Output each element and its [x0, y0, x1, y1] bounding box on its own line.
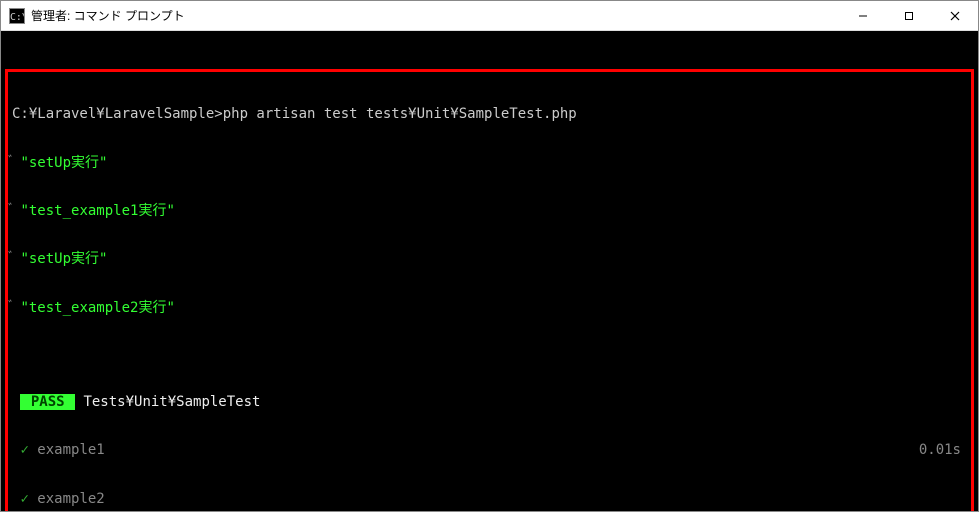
echo-line: ゙ "setUp実行" [12, 251, 967, 267]
close-icon [950, 11, 960, 21]
window-frame: C:\ 管理者: コマンド プロンプト C:¥Laravel¥LaravelSa… [0, 0, 979, 512]
test-time: 0.01s [919, 442, 961, 458]
echo-text: "test_example2実行" [20, 300, 174, 316]
pass-header: PASS Tests¥Unit¥SampleTest [12, 394, 967, 410]
window-title: 管理者: コマンド プロンプト [31, 7, 840, 24]
maximize-icon [904, 11, 914, 21]
close-button[interactable] [932, 1, 978, 31]
test-name: example2 [29, 491, 105, 507]
blank-line [12, 348, 967, 362]
echo-line: ゙ "test_example1実行" [12, 203, 967, 219]
window-controls [840, 1, 978, 30]
check-icon: ✓ [20, 442, 28, 458]
pass-test-class: Tests¥Unit¥SampleTest [75, 394, 260, 410]
cmd-icon: C:\ [9, 8, 25, 24]
echo-line: ゙ "setUp実行" [12, 155, 967, 171]
echo-text: "setUp実行" [20, 155, 107, 171]
minimize-icon [858, 11, 868, 21]
terminal-area[interactable]: C:¥Laravel¥LaravelSample>php artisan tes… [1, 31, 978, 511]
echo-text: "setUp実行" [20, 251, 107, 267]
test-result-row: ✓ example1 0.01s [12, 442, 967, 458]
echo-line: ゙ "test_example2実行" [12, 300, 967, 316]
prompt-path: C:¥Laravel¥LaravelSample> [12, 106, 223, 122]
highlight-annotation: C:¥Laravel¥LaravelSample>php artisan tes… [5, 69, 974, 511]
test-result-row: ✓ example2 [12, 491, 967, 507]
command-line-1: C:¥Laravel¥LaravelSample>php artisan tes… [12, 106, 967, 122]
svg-text:C:\: C:\ [10, 12, 24, 23]
pass-badge: PASS [20, 394, 75, 410]
check-icon: ✓ [20, 491, 28, 507]
echo-text: "test_example1実行" [20, 203, 174, 219]
titlebar[interactable]: C:\ 管理者: コマンド プロンプト [1, 1, 978, 31]
prompt-command: php artisan test tests¥Unit¥SampleTest.p… [223, 106, 577, 122]
minimize-button[interactable] [840, 1, 886, 31]
maximize-button[interactable] [886, 1, 932, 31]
test-name: example1 [29, 442, 105, 458]
